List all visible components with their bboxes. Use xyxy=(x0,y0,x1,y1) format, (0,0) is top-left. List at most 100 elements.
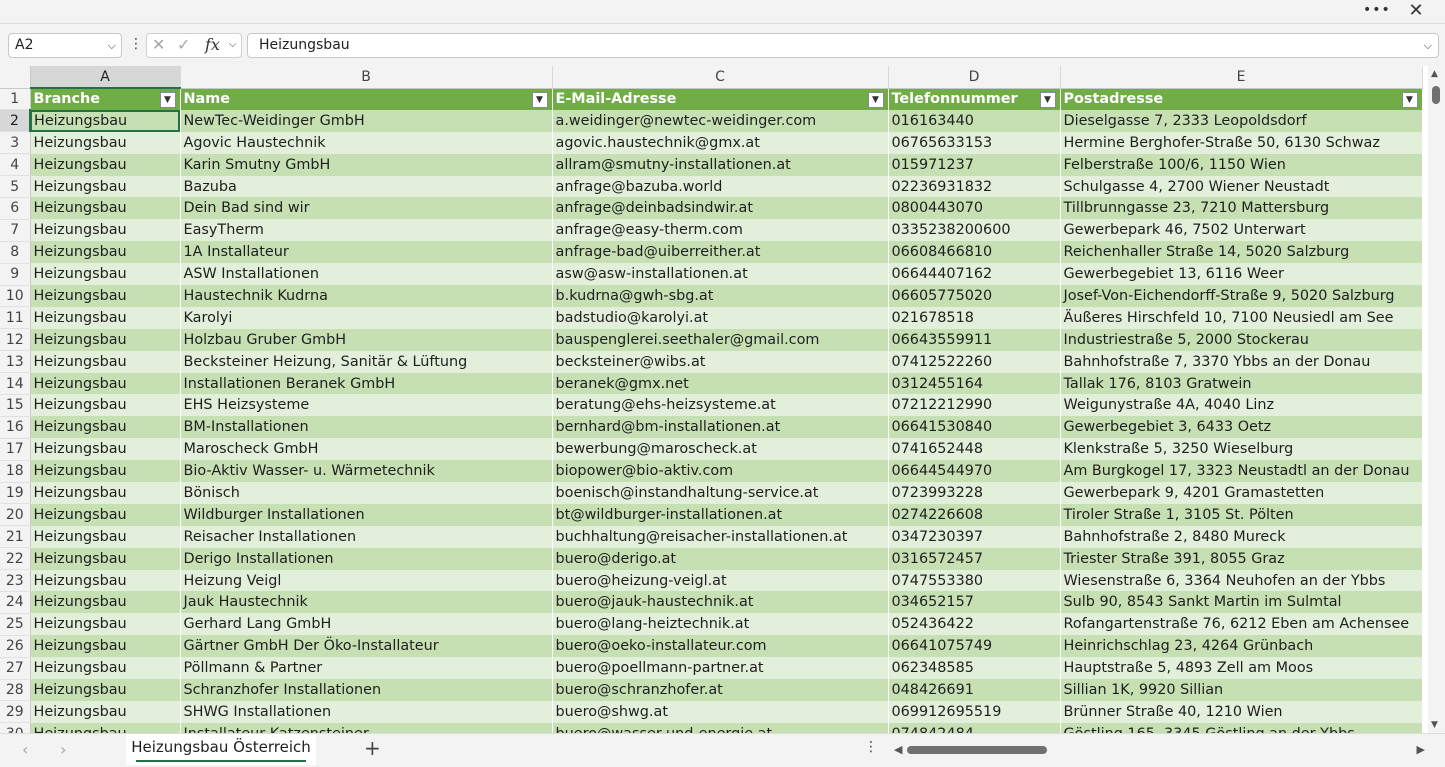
cell[interactable]: Bahnhofstraße 2, 8480 Mureck xyxy=(1060,525,1423,548)
cell[interactable]: Bahnhofstraße 7, 3370 Ybbs an der Donau xyxy=(1060,350,1423,373)
cell[interactable]: 02236931832 xyxy=(888,175,1061,198)
cell[interactable]: 016163440 xyxy=(888,109,1061,132)
cell[interactable]: Am Burgkogel 17, 3323 Neustadtl an der D… xyxy=(1060,460,1423,483)
cell[interactable]: Heizungsbau xyxy=(30,613,181,636)
cell[interactable]: Gerhard Lang GmbH xyxy=(180,613,553,636)
cell[interactable]: Derigo Installationen xyxy=(180,547,553,570)
cell[interactable]: Rofangartenstraße 76, 6212 Eben am Achen… xyxy=(1060,613,1423,636)
cell[interactable]: 074842484 xyxy=(888,722,1061,733)
cell[interactable]: Heizungsbau xyxy=(30,153,181,176)
cell[interactable]: Heizungsbau xyxy=(30,460,181,483)
cell[interactable]: Holzbau Gruber GmbH xyxy=(180,328,553,351)
cell[interactable]: Tallak 176, 8103 Gratwein xyxy=(1060,372,1423,395)
cell[interactable]: 06644407162 xyxy=(888,263,1061,286)
cell[interactable]: Gewerbegebiet 13, 6116 Weer xyxy=(1060,263,1423,286)
cell[interactable]: Gewerbegebiet 3, 6433 Oetz xyxy=(1060,416,1423,439)
insert-function-icon[interactable]: fx xyxy=(205,35,220,54)
cell[interactable]: 06643559911 xyxy=(888,328,1061,351)
cell[interactable]: asw@asw-installationen.at xyxy=(552,263,889,286)
cell[interactable]: BM-Installationen xyxy=(180,416,553,439)
cell[interactable]: Maroscheck GmbH xyxy=(180,438,553,461)
select-all-corner[interactable] xyxy=(0,66,31,89)
table-header-cell[interactable]: Name ▼ xyxy=(180,88,553,110)
filter-dropdown-icon[interactable]: ▼ xyxy=(1401,91,1418,108)
cell[interactable]: Heizungsbau xyxy=(30,328,181,351)
cell[interactable]: Gewerbepark 9, 4201 Gramastetten xyxy=(1060,482,1423,504)
cell[interactable]: Göstling 165, 3345 Göstling an der Ybbs xyxy=(1060,722,1423,733)
row-header[interactable]: 14 xyxy=(0,372,31,395)
row-header[interactable]: 19 xyxy=(0,482,31,505)
horizontal-scrollbar[interactable]: ◀ ▶ xyxy=(892,743,1425,757)
cell[interactable]: NewTec-Weidinger GmbH xyxy=(180,109,553,132)
row-header[interactable]: 7 xyxy=(0,219,31,242)
cell[interactable]: 07212212990 xyxy=(888,394,1061,417)
cell[interactable]: b.kudrna@gwh-sbg.at xyxy=(552,285,889,307)
row-header[interactable]: 18 xyxy=(0,460,31,483)
table-header-cell[interactable]: Branche ▼ xyxy=(30,88,181,110)
cell[interactable]: Heizungsbau xyxy=(30,175,181,198)
row-header[interactable]: 20 xyxy=(0,503,31,527)
cell[interactable]: Heizungsbau xyxy=(30,285,181,307)
chevron-down-icon[interactable]: ⌵ xyxy=(229,39,237,50)
cell[interactable]: Schulgasse 4, 2700 Wiener Neustadt xyxy=(1060,175,1423,198)
cell[interactable]: agovic.haustechnik@gmx.at xyxy=(552,131,889,154)
cell[interactable]: buero@lang-heiztechnik.at xyxy=(552,613,889,636)
vertical-dots-icon[interactable]: ⋮ xyxy=(129,35,143,55)
cell[interactable]: Heizung Veigl xyxy=(180,569,553,592)
cell[interactable]: bernhard@bm-installationen.at xyxy=(552,416,889,439)
cell[interactable]: anfrage@easy-therm.com xyxy=(552,219,889,242)
cell[interactable]: Äußeres Hirschfeld 10, 7100 Neusiedl am … xyxy=(1060,306,1423,329)
cell[interactable]: Tillbrunngasse 23, 7210 Mattersburg xyxy=(1060,197,1423,220)
cell[interactable]: Reisacher Installationen xyxy=(180,525,553,548)
filter-dropdown-icon[interactable]: ▼ xyxy=(159,92,176,108)
cell[interactable]: Bazuba xyxy=(180,175,553,198)
scroll-down-icon[interactable]: ▼ xyxy=(1431,720,1438,730)
cell[interactable]: Felberstraße 100/6, 1150 Wien xyxy=(1060,153,1423,176)
cell[interactable]: Bio-Aktiv Wasser- u. Wärmetechnik xyxy=(180,460,553,483)
cell[interactable]: allram@smutny-installationen.at xyxy=(552,153,889,176)
active-cell[interactable]: Heizungsbau xyxy=(30,109,181,132)
cell[interactable]: Heinrichschlag 23, 4264 Grünbach xyxy=(1060,635,1423,658)
worksheet-grid[interactable]: A B C D E 1 Branche ▼ Name ▼ E-Mail-Adress… xyxy=(0,66,1428,733)
horizontal-scroll-thumb[interactable] xyxy=(907,746,1047,754)
cell[interactable]: anfrage@deinbadsindwir.at xyxy=(552,197,889,220)
cell[interactable]: 06641075749 xyxy=(888,635,1061,658)
cell[interactable]: Klenkstraße 5, 3250 Wieselburg xyxy=(1060,438,1423,461)
cell[interactable]: Heizungsbau xyxy=(30,219,181,242)
cell[interactable]: Karin Smutny GmbH xyxy=(180,153,553,176)
row-header[interactable]: 24 xyxy=(0,591,31,614)
table-header-cell[interactable]: E-Mail-Adresse ▼ xyxy=(552,88,889,110)
cell[interactable]: buero@schranzhofer.at xyxy=(552,679,889,701)
cell[interactable]: 034652157 xyxy=(888,591,1061,614)
cell[interactable]: Becksteiner Heizung, Sanitär & Lüftung xyxy=(180,350,553,373)
cell[interactable]: 06608466810 xyxy=(888,241,1061,264)
cell[interactable]: Heizungsbau xyxy=(30,394,181,417)
cell[interactable]: EasyTherm xyxy=(180,219,553,242)
cell[interactable]: 0347230397 xyxy=(888,525,1061,548)
cell[interactable]: Pöllmann & Partner xyxy=(180,657,553,680)
cell[interactable]: Heizungsbau xyxy=(30,591,181,614)
row-header[interactable]: 15 xyxy=(0,394,31,417)
cell[interactable]: Heizungsbau xyxy=(30,679,181,701)
cell[interactable]: 052436422 xyxy=(888,613,1061,636)
cell[interactable]: Heizungsbau xyxy=(30,482,181,504)
cell[interactable]: badstudio@karolyi.at xyxy=(552,306,889,329)
cell[interactable]: Industriestraße 5, 2000 Stockerau xyxy=(1060,328,1423,351)
cell[interactable]: 06605775020 xyxy=(888,285,1061,307)
row-header[interactable]: 25 xyxy=(0,613,31,636)
row-header[interactable]: 11 xyxy=(0,306,31,330)
cell[interactable]: boenisch@instandhaltung-service.at xyxy=(552,482,889,504)
close-button[interactable]: ✕ xyxy=(1405,2,1427,22)
cell[interactable]: Heizungsbau xyxy=(30,438,181,461)
cell[interactable]: bewerbung@maroscheck.at xyxy=(552,438,889,461)
add-sheet-icon[interactable]: + xyxy=(364,736,381,760)
column-header-e[interactable]: E xyxy=(1060,66,1423,89)
cell[interactable]: Tiroler Straße 1, 3105 St. Pölten xyxy=(1060,503,1423,526)
vertical-dots-icon[interactable]: ⋮ xyxy=(864,739,878,755)
cell[interactable]: Wiesenstraße 6, 3364 Neuhofen an der Ybb… xyxy=(1060,569,1423,592)
cell[interactable]: 062348585 xyxy=(888,657,1061,680)
cell[interactable]: Sillian 1K, 9920 Sillian xyxy=(1060,679,1423,701)
cell[interactable]: anfrage@bazuba.world xyxy=(552,175,889,198)
cell[interactable]: Heizungsbau xyxy=(30,263,181,286)
row-header[interactable]: 3 xyxy=(0,131,31,155)
